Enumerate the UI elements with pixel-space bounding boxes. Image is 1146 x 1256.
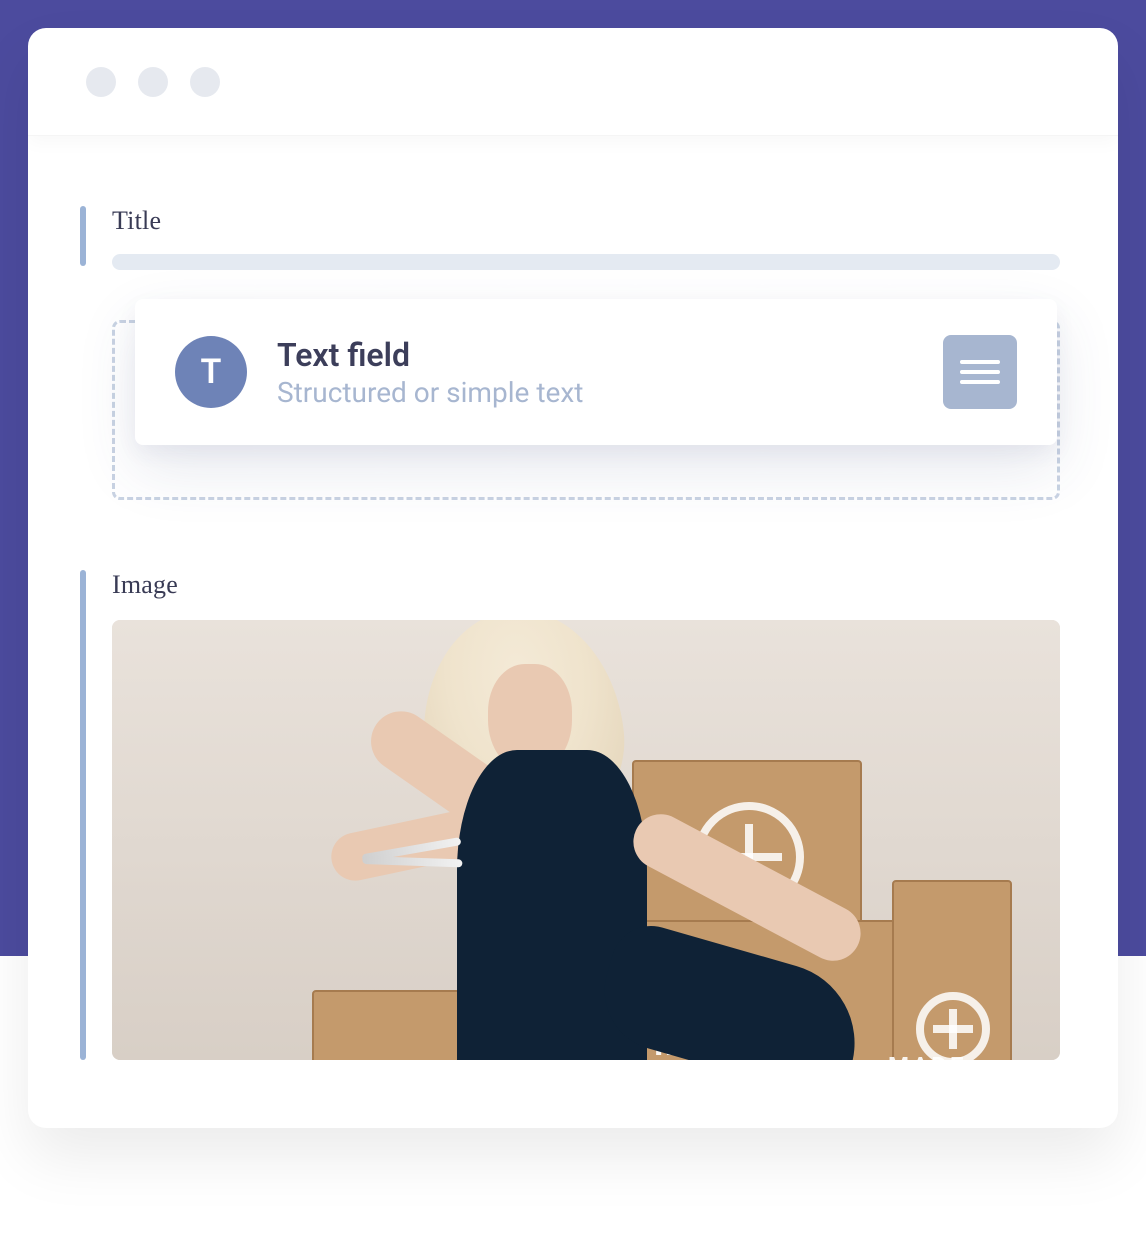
field-accent (80, 206, 86, 266)
browser-window: Title T Text field Structured or simple … (28, 28, 1118, 1128)
window-titlebar (28, 28, 1118, 136)
box-shape: MADE (892, 880, 1012, 1060)
image-field-block: Image MADE MADE (86, 570, 1060, 1060)
box-brand-text: MADE (888, 1052, 966, 1060)
window-control-dot[interactable] (190, 67, 220, 97)
text-field-card[interactable]: T Text field Structured or simple text (135, 299, 1057, 445)
badge-letter: T (201, 352, 222, 392)
card-subtitle: Structured or simple text (277, 376, 913, 409)
card-text: Text field Structured or simple text (277, 336, 913, 409)
text-field-badge-icon: T (175, 336, 247, 408)
image-preview[interactable]: MADE MADE (112, 620, 1060, 1060)
handle-line (960, 380, 1000, 384)
title-field-block: Title T Text field Structured or simple … (86, 206, 1060, 500)
plus-circle-icon (916, 992, 990, 1060)
handle-line (960, 360, 1000, 364)
editor-content: Title T Text field Structured or simple … (28, 136, 1118, 1060)
card-title: Text field (277, 336, 913, 374)
image-field-label: Image (112, 570, 1060, 600)
drag-handle-icon[interactable] (943, 335, 1017, 409)
field-accent (80, 570, 86, 1060)
title-field-label: Title (112, 206, 1060, 236)
handle-line (960, 370, 1000, 374)
field-dropzone[interactable]: T Text field Structured or simple text (112, 320, 1060, 500)
window-control-dot[interactable] (86, 67, 116, 97)
title-input[interactable] (112, 254, 1060, 270)
window-control-dot[interactable] (138, 67, 168, 97)
